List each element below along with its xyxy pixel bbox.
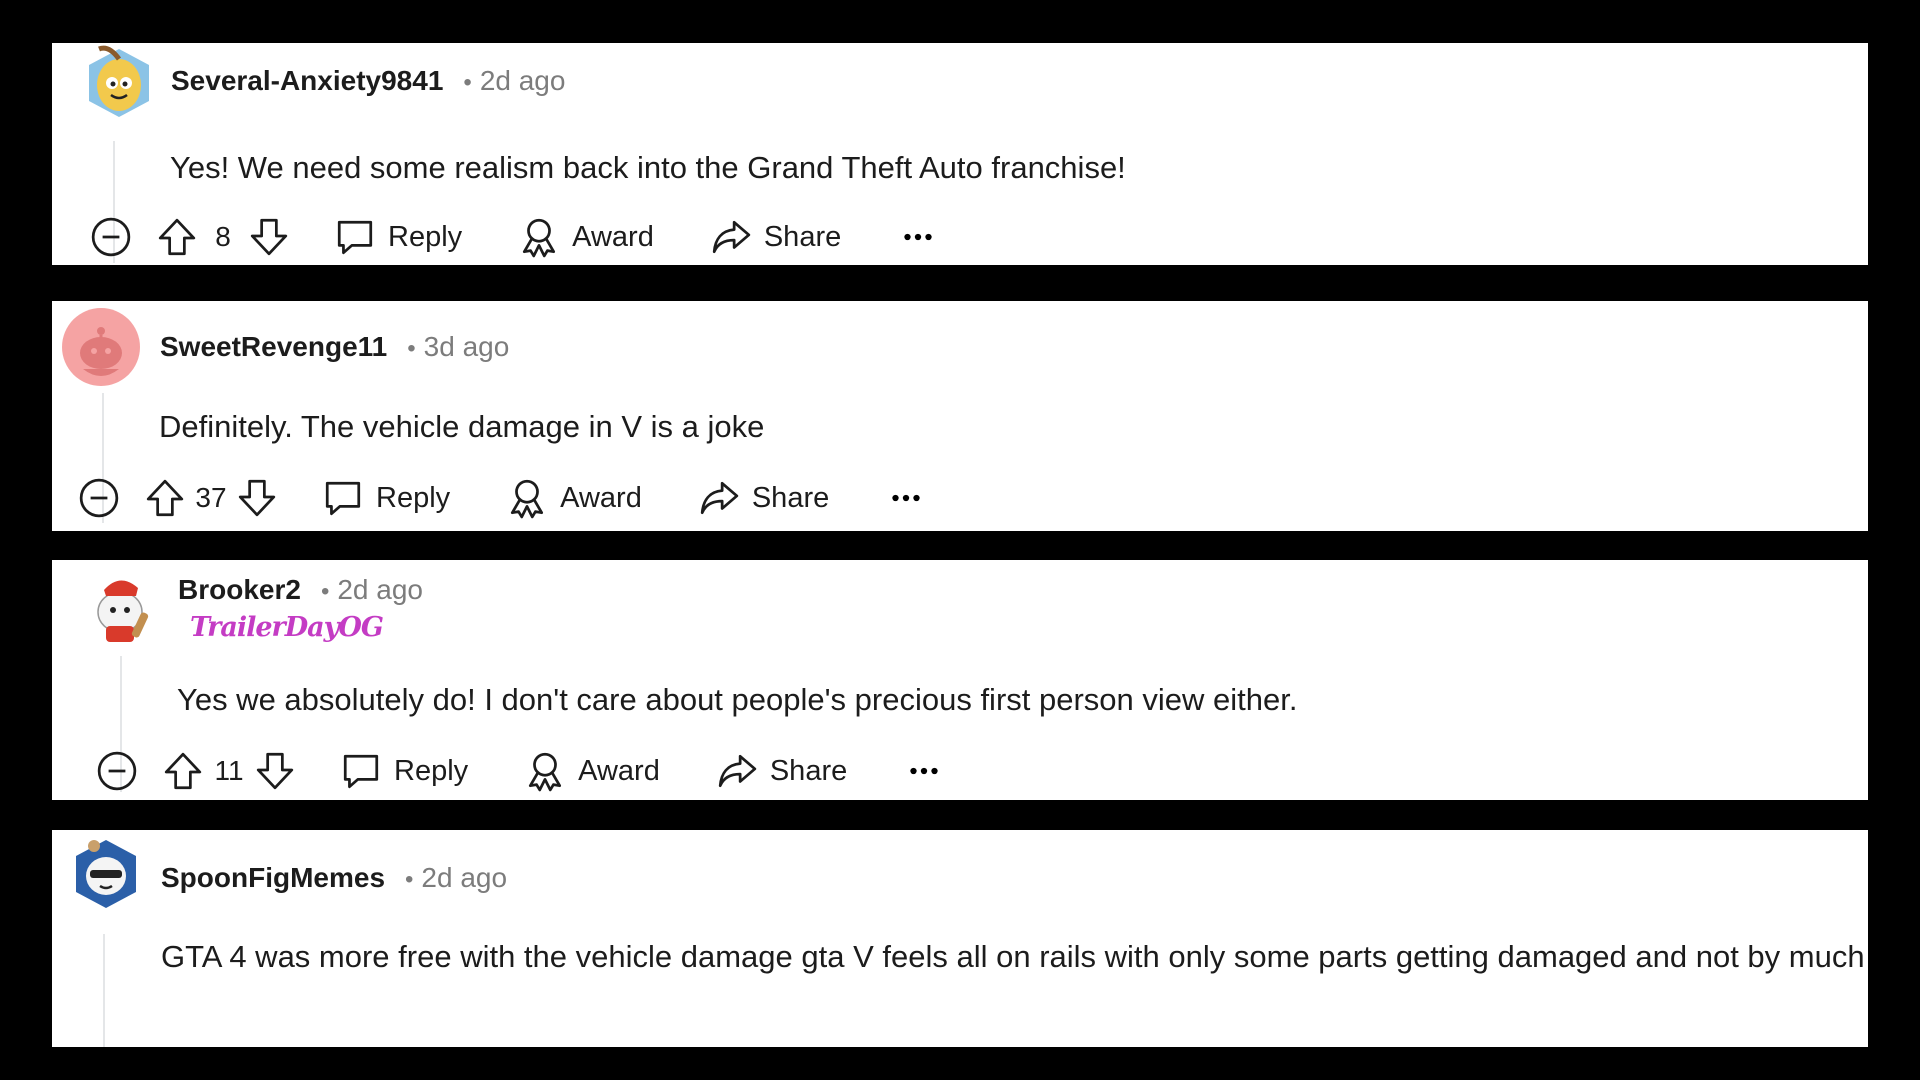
share-button[interactable]: Share (710, 216, 841, 258)
timestamp[interactable]: 2d ago (337, 574, 423, 606)
award-ribbon-icon (524, 750, 566, 792)
thread-line[interactable] (103, 934, 105, 1047)
timestamp[interactable]: 2d ago (421, 862, 507, 894)
speech-bubble-icon (322, 477, 364, 519)
award-label: Award (572, 220, 654, 253)
downvote-arrow-icon (236, 477, 278, 519)
comment-body: GTA 4 was more free with the vehicle dam… (161, 939, 1865, 974)
reply-button[interactable]: Reply (322, 477, 450, 519)
comment-header: SpoonFigMemes • 2d ago (161, 862, 507, 894)
share-arrow-icon (710, 216, 752, 258)
downvote-button[interactable] (236, 477, 278, 519)
upvote-arrow-icon (162, 750, 204, 792)
share-arrow-icon (716, 750, 758, 792)
award-label: Award (578, 754, 660, 787)
separator-dot: • (320, 578, 330, 605)
collapse-icon (90, 216, 132, 258)
downvote-arrow-icon (254, 750, 296, 792)
username[interactable]: Several-Anxiety9841 (171, 65, 443, 97)
collapse-icon (78, 477, 120, 519)
award-ribbon-icon (518, 216, 560, 258)
reply-button[interactable]: Reply (334, 216, 462, 258)
upvote-arrow-icon (156, 216, 198, 258)
reply-label: Reply (388, 220, 463, 253)
comment-actions: 8 Reply Award Share (90, 213, 939, 261)
share-button[interactable]: Share (716, 750, 847, 792)
comment-card: Several-Anxiety9841 • 2d ago Yes! We nee… (52, 43, 1868, 265)
share-label: Share (763, 220, 842, 253)
chef-snoo-avatar-icon[interactable] (82, 568, 162, 648)
sunglasses-snoo-avatar-icon[interactable] (66, 834, 146, 914)
default-snoo-avatar-icon[interactable] (61, 307, 141, 387)
comment-actions: 11 Reply Award Share (96, 747, 945, 795)
vote-score: 11 (214, 755, 244, 786)
more-dots-icon (903, 750, 945, 792)
share-button[interactable]: Share (698, 477, 829, 519)
timestamp[interactable]: 2d ago (480, 65, 566, 97)
comment-card: SweetRevenge11 • 3d ago Definitely. The … (52, 301, 1868, 531)
banana-snoo-avatar-icon[interactable] (79, 43, 159, 123)
downvote-button[interactable] (254, 750, 296, 792)
downvote-arrow-icon (248, 216, 290, 258)
comment-card: Brooker2 • 2d ago TrailerDayOG Yes we ab… (52, 560, 1868, 800)
more-options-button[interactable] (885, 477, 927, 519)
vote-score: 8 (215, 221, 231, 252)
collapse-button[interactable] (78, 477, 120, 519)
more-dots-icon (885, 477, 927, 519)
upvote-button[interactable] (162, 750, 204, 792)
more-dots-icon (897, 216, 939, 258)
share-label: Share (751, 481, 830, 514)
share-label: Share (769, 754, 848, 787)
more-options-button[interactable] (903, 750, 945, 792)
separator-dot: • (405, 866, 414, 893)
more-options-button[interactable] (897, 216, 939, 258)
collapse-button[interactable] (90, 216, 132, 258)
speech-bubble-icon (340, 750, 382, 792)
comment-header: SweetRevenge11 • 3d ago (160, 331, 509, 363)
downvote-button[interactable] (248, 216, 290, 258)
comment-actions: 37 Reply Award Share (78, 474, 927, 522)
collapse-icon (96, 750, 138, 792)
award-ribbon-icon (506, 477, 548, 519)
upvote-button[interactable] (144, 477, 186, 519)
award-button[interactable]: Award (518, 216, 654, 258)
comment-card: SpoonFigMemes • 2d ago GTA 4 was more fr… (52, 830, 1868, 1047)
comment-body: Definitely. The vehicle damage in V is a… (159, 409, 765, 444)
user-flair: TrailerDayOG (190, 612, 384, 643)
vote-score: 37 (195, 482, 227, 513)
upvote-button[interactable] (156, 216, 198, 258)
comment-header: Brooker2 • 2d ago (178, 574, 423, 606)
separator-dot: • (463, 69, 472, 96)
speech-bubble-icon (334, 216, 376, 258)
award-button[interactable]: Award (524, 750, 660, 792)
comment-body: Yes we absolutely do! I don't care about… (177, 682, 1298, 717)
share-arrow-icon (698, 477, 740, 519)
reply-label: Reply (394, 754, 469, 787)
username[interactable]: SweetRevenge11 (160, 331, 387, 363)
comment-body: Yes! We need some realism back into the … (170, 150, 1126, 185)
reply-label: Reply (376, 481, 451, 514)
timestamp[interactable]: 3d ago (424, 331, 510, 363)
collapse-button[interactable] (96, 750, 138, 792)
upvote-arrow-icon (144, 477, 186, 519)
reply-button[interactable]: Reply (340, 750, 468, 792)
award-button[interactable]: Award (506, 477, 642, 519)
username[interactable]: SpoonFigMemes (161, 862, 385, 894)
username[interactable]: Brooker2 (178, 574, 301, 606)
separator-dot: • (407, 335, 416, 362)
comment-header: Several-Anxiety9841 • 2d ago (171, 65, 565, 97)
award-label: Award (560, 481, 642, 514)
